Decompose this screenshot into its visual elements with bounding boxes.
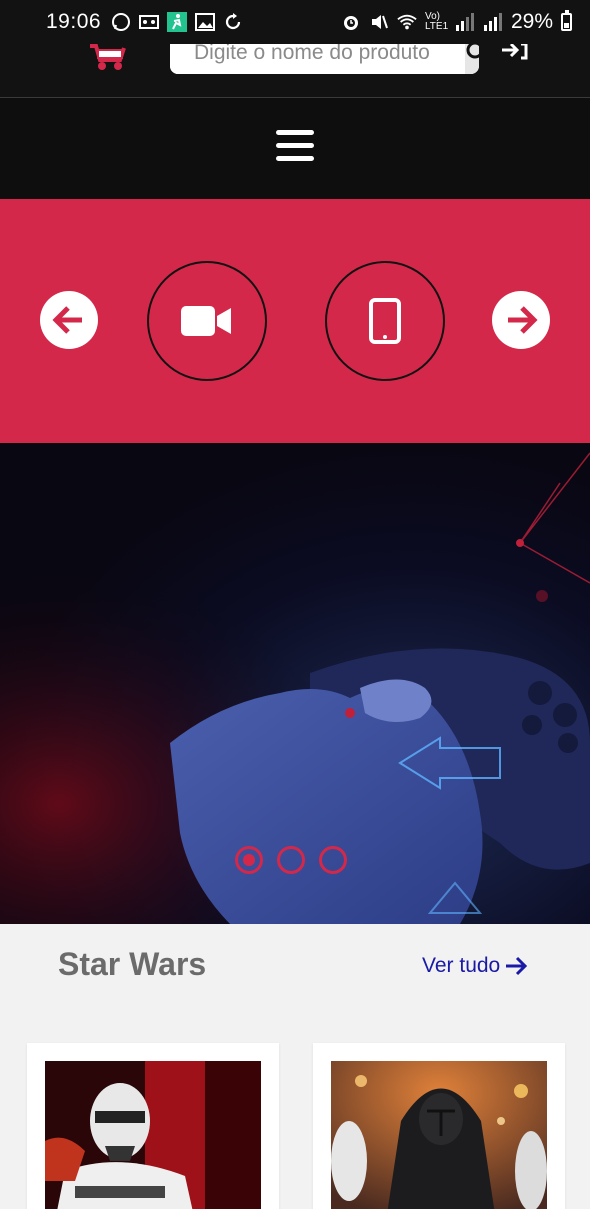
see-all-label: Ver tudo [422,954,501,977]
smartphone-icon [369,298,401,344]
search-input[interactable] [170,44,465,74]
fitness-app-icon [167,12,188,32]
arrow-left-icon [52,306,82,334]
category-smartphone[interactable] [325,261,445,381]
product-card[interactable] [27,1043,279,1209]
status-bar: 19:06 Vo) LTE1 29% [0,0,590,44]
video-camera-icon [181,306,231,336]
arrow-right-icon [506,956,528,976]
whatsapp-icon [111,12,131,32]
cart-button[interactable] [88,44,128,72]
carousel-pagination [235,846,347,874]
product-image-kylo-ren [331,1061,547,1209]
login-icon [502,42,528,60]
site-header [0,42,590,98]
pagination-dot-1[interactable] [235,846,263,874]
system-icons: Vo) LTE1 29% [341,10,572,34]
alarm-icon [341,12,361,32]
gallery-icon [195,12,216,32]
arrow-right-icon [508,306,538,334]
notification-icons [111,12,243,32]
sync-icon [223,12,243,32]
product-card[interactable] [313,1043,565,1209]
cart-icon [90,44,126,70]
see-all-link[interactable]: Ver tudo [422,954,528,978]
search-button[interactable] [465,44,479,74]
wifi-icon [397,12,417,32]
page: 19:06 Vo) LTE1 29% Digite o nome do prod… [0,0,590,1209]
product-image-stormtrooper [45,1061,261,1209]
search-icon [466,44,479,59]
voicemail-icon [139,12,160,32]
carousel-next-button[interactable] [492,291,550,349]
status-time: 19:06 [46,10,102,33]
signal-icon [455,12,475,32]
mute-icon [369,12,389,32]
category-carousel [0,199,590,443]
login-button[interactable] [500,42,530,66]
battery-icon [561,10,572,31]
hamburger-menu-icon[interactable] [276,130,316,166]
carousel-prev-button[interactable] [40,291,98,349]
pagination-dot-3[interactable] [319,846,347,874]
search-bar [170,44,479,74]
pagination-dot-2[interactable] [277,846,305,874]
network-label: Vo) LTE1 [424,11,449,32]
battery-percentage: 29% [510,10,553,33]
category-video[interactable] [147,261,267,381]
signal-2-icon [483,12,503,32]
section-title: Star Wars [58,946,207,982]
